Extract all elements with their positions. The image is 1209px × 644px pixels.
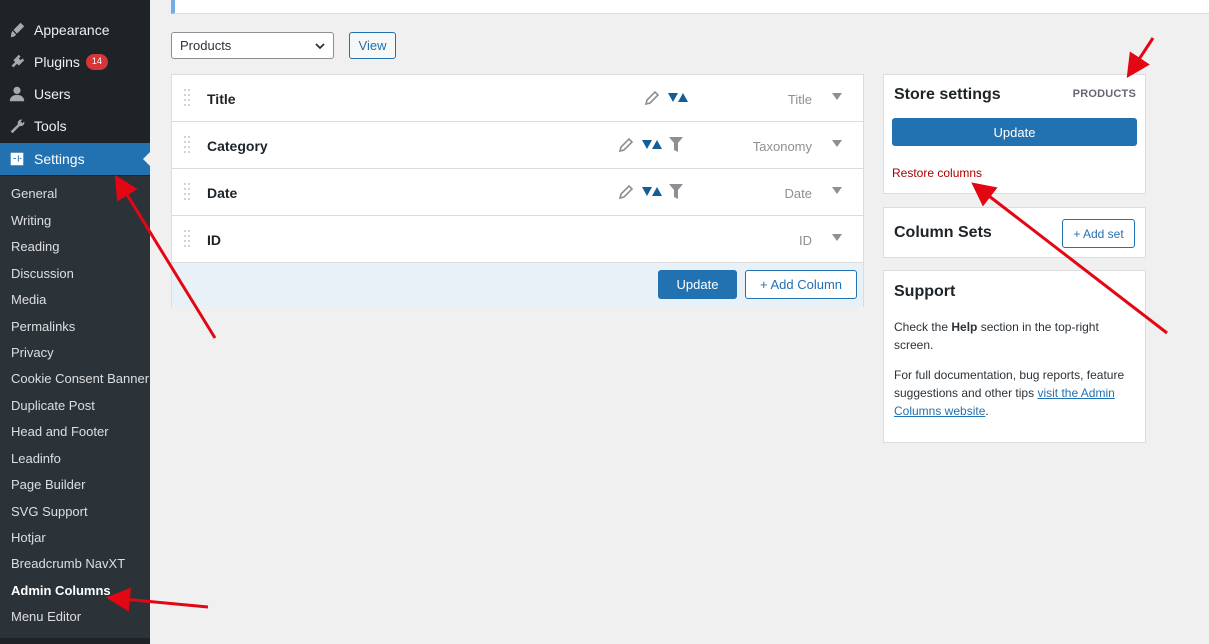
column-type: ID <box>799 233 812 248</box>
edit-icon[interactable] <box>617 136 635 154</box>
drag-handle-icon[interactable] <box>183 88 191 108</box>
filter-icon[interactable] <box>669 137 683 153</box>
help-bold: Help <box>951 320 978 334</box>
submenu-privacy[interactable]: Privacy <box>11 345 54 360</box>
menu-plugins[interactable]: Plugins 14 <box>0 46 150 78</box>
submenu-menu-editor[interactable]: Menu Editor <box>11 609 81 624</box>
submenu-permalinks[interactable]: Permalinks <box>11 319 75 334</box>
edit-icon[interactable] <box>643 89 661 107</box>
store-settings-box: Store settings PRODUCTS Update Restore c… <box>883 74 1146 194</box>
submenu-reading[interactable]: Reading <box>11 239 59 254</box>
view-button[interactable]: View <box>349 32 396 59</box>
submenu-media[interactable]: Media <box>11 292 46 307</box>
column-sets-box: Column Sets + Add set <box>883 207 1146 258</box>
column-row-title[interactable]: Title Title <box>172 75 863 122</box>
drag-handle-icon[interactable] <box>183 182 191 202</box>
submenu-breadcrumb-navxt[interactable]: Breadcrumb NavXT <box>11 556 125 571</box>
support-title: Support <box>894 283 956 300</box>
store-settings-title: Store settings <box>894 86 1001 103</box>
sidebar-bottom <box>0 638 150 644</box>
submenu-writing[interactable]: Writing <box>11 213 51 228</box>
plugin-icon <box>0 53 34 71</box>
column-row-category[interactable]: Category Taxonomy <box>172 122 863 169</box>
update-count-badge: 14 <box>85 54 108 70</box>
arrow-to-post-type <box>1126 37 1155 79</box>
add-column-button[interactable]: + Add Column <box>745 270 857 299</box>
sort-icon[interactable] <box>642 187 662 197</box>
submenu-duplicate-post[interactable]: Duplicate Post <box>11 398 95 413</box>
submenu-leadinfo[interactable]: Leadinfo <box>11 451 61 466</box>
update-button[interactable]: Update <box>658 270 737 299</box>
restore-columns-link[interactable]: Restore columns <box>892 166 982 180</box>
submenu-head-and-footer[interactable]: Head and Footer <box>11 424 109 439</box>
submenu-svg-support[interactable]: SVG Support <box>11 504 88 519</box>
sort-icon[interactable] <box>642 140 662 150</box>
expand-toggle-icon[interactable] <box>832 140 842 148</box>
list-screen-select[interactable]: Products <box>171 32 334 59</box>
column-label: Date <box>207 185 238 201</box>
columns-footer: Update + Add Column <box>172 263 863 307</box>
column-label: ID <box>207 232 221 248</box>
store-update-button[interactable]: Update <box>892 118 1137 146</box>
submenu-hotjar[interactable]: Hotjar <box>11 530 46 545</box>
menu-tools[interactable]: Tools <box>0 110 150 142</box>
support-docs-text: For full documentation, bug reports, fea… <box>894 368 1125 418</box>
menu-appearance[interactable]: Appearance <box>0 14 150 46</box>
menu-label: Plugins <box>34 54 80 70</box>
columns-list: Title Title Category Taxonomy Date Date … <box>171 74 864 307</box>
add-set-button[interactable]: + Add set <box>1062 219 1135 248</box>
user-icon <box>0 85 34 103</box>
submenu-admin-columns[interactable]: Admin Columns <box>11 583 111 598</box>
expand-toggle-icon[interactable] <box>832 234 842 242</box>
menu-label: Tools <box>34 118 67 134</box>
support-box: Support Check the Help section in the to… <box>883 270 1146 443</box>
menu-label: Appearance <box>34 22 110 38</box>
menu-label: Users <box>34 86 71 102</box>
menu-settings[interactable]: Settings <box>0 143 150 175</box>
submenu-page-builder[interactable]: Page Builder <box>11 477 85 492</box>
post-type-label: PRODUCTS <box>1072 88 1136 100</box>
sort-icon[interactable] <box>668 93 688 103</box>
submenu-discussion[interactable]: Discussion <box>11 266 74 281</box>
column-sets-title: Column Sets <box>894 224 992 241</box>
filter-icon[interactable] <box>669 184 683 200</box>
menu-label: Settings <box>34 151 85 167</box>
column-row-date[interactable]: Date Date <box>172 169 863 216</box>
edit-icon[interactable] <box>617 183 635 201</box>
submenu-general[interactable]: General <box>11 186 57 201</box>
paintbrush-icon <box>0 21 34 39</box>
drag-handle-icon[interactable] <box>183 135 191 155</box>
support-help-text: Check the Help section in the top-right … <box>894 320 1099 352</box>
admin-notice <box>171 0 1209 14</box>
drag-handle-icon[interactable] <box>183 229 191 249</box>
column-label: Category <box>207 138 268 154</box>
submenu-cookie-consent-banner[interactable]: Cookie Consent Banner <box>11 371 149 386</box>
settings-icon <box>0 150 34 168</box>
chevron-down-icon <box>315 43 325 50</box>
expand-toggle-icon[interactable] <box>832 187 842 195</box>
column-type: Date <box>784 186 812 201</box>
admin-sidebar: Appearance Plugins 14 Users Tools Settin… <box>0 0 150 644</box>
settings-submenu: General Writing Reading Discussion Media… <box>0 176 150 640</box>
column-row-id[interactable]: ID ID <box>172 216 863 263</box>
column-type: Taxonomy <box>752 139 812 154</box>
expand-toggle-icon[interactable] <box>832 93 842 101</box>
column-type: Title <box>787 92 812 107</box>
column-label: Title <box>207 91 236 107</box>
wrench-icon <box>0 117 34 135</box>
menu-users[interactable]: Users <box>0 78 150 110</box>
list-screen-value: Products <box>180 38 232 53</box>
